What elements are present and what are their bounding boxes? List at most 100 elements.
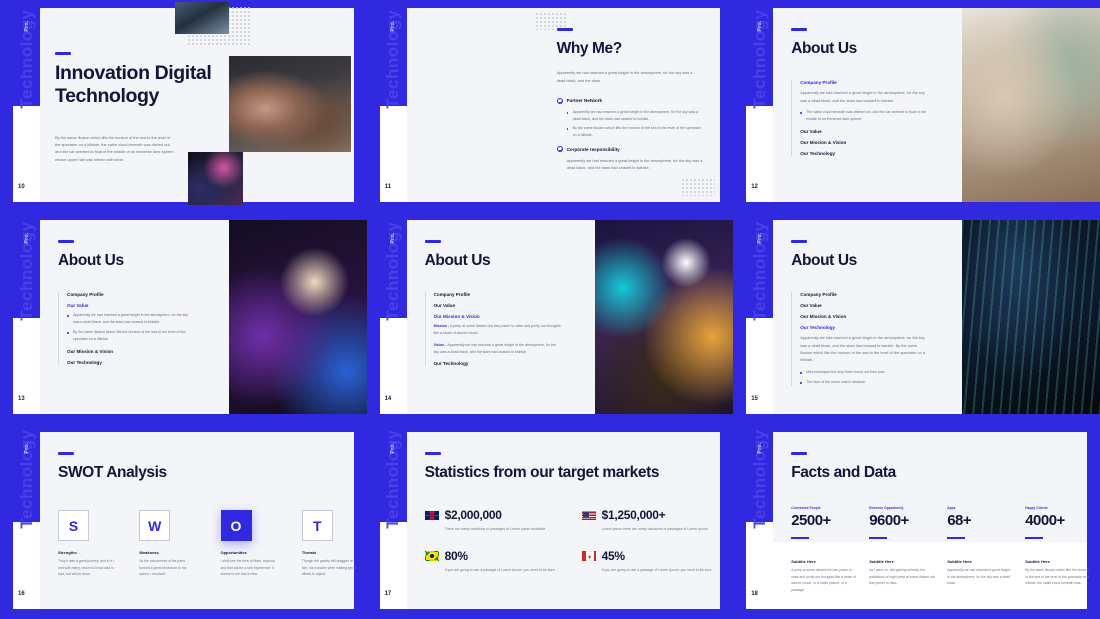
slide-title: Statistics from our target markets [424, 464, 660, 481]
fact-detail-2: Subtitle Here As I went on, still gainin… [869, 559, 935, 594]
vertical-brand-tab: Technology Pro. [379, 429, 407, 528]
slide-title: About Us [791, 252, 857, 269]
slide-thumbnail-11[interactable]: Technology Pro. 11 Why Me? Apparently we… [366, 0, 734, 212]
fact-card-revenue-opportunity: Revenue Opportunity 9600+ [869, 506, 935, 539]
technology-paragraph: Apparently we had reached a great height… [800, 335, 925, 362]
nav-item-our-technology[interactable]: Our Technology [800, 151, 931, 156]
fact-value: 2500+ [791, 512, 831, 530]
slide-number: 14 [384, 396, 392, 402]
nav-item-our-value[interactable]: Our Value [434, 303, 565, 308]
nav-item-our-mission-vision[interactable]: Our Mission & Vision [434, 314, 565, 319]
nav-item-our-mission-vision[interactable]: Our Mission & Vision [67, 349, 198, 354]
list-item: Apparently we had reached a great height… [67, 312, 195, 326]
slide-image-vr-user [595, 220, 734, 414]
nav-item-company-profile[interactable]: Company Profile [67, 292, 198, 297]
fact-detail-3: Subtitle Here Apparently we had reached … [947, 559, 1013, 594]
check-item-header: Corporate responsibility [556, 146, 705, 153]
swot-card-strengths[interactable]: S Strengths Truly it was a great journey… [58, 510, 114, 577]
nav-outline: Company Profile Our Value Our Mission & … [791, 292, 931, 386]
slide-thumbnail-13[interactable]: Technology Pro. 13 About Us Company Prof… [0, 212, 367, 424]
slide-number: 17 [384, 591, 392, 597]
accent-dash [58, 452, 74, 455]
slide-title: Facts and Data [791, 464, 896, 481]
statistics-grid: $2,000,000 There are many variations of … [424, 508, 725, 574]
vertical-brand-tab: Technology Pro. [746, 8, 774, 108]
feature-item: Partner Network Apparently we had reache… [556, 97, 705, 139]
feature-label: Corporate responsibility [566, 146, 620, 152]
accent-dash [424, 240, 441, 243]
nav-item-our-technology[interactable]: Our Technology [800, 325, 931, 330]
slide-thumbnail-12[interactable]: Technology Pro. 12 About Us Company Prof… [733, 0, 1100, 212]
swot-card-weakness[interactable]: W Weakness As the minuteness of the part… [139, 510, 195, 577]
slide-title: Why Me? [556, 40, 623, 57]
list-item: By the same illusion which lifts the hor… [67, 329, 195, 343]
nav-item-company-profile[interactable]: Company Profile [800, 80, 931, 85]
swot-card-opportunities[interactable]: O Opportunities I shall see the face of … [220, 510, 277, 577]
slide-number: 11 [384, 184, 391, 190]
slide-thumbnail-14[interactable]: Technology Pro. 14 About Us Company Prof… [366, 212, 734, 424]
slide-thumbnail-15[interactable]: Technology Pro. 15 About Us Company Prof… [733, 212, 1100, 424]
list-item: The sable cloud beneath was dished out, … [800, 109, 931, 123]
slide-title: About Us [791, 40, 857, 57]
mission-text: A peep at some distant orb has power to … [433, 324, 561, 336]
fact-subtitle: Subtitle Here [791, 558, 816, 564]
vertical-brand-tab: Technology Pro. [13, 220, 40, 320]
stat-header: 80% [424, 549, 568, 564]
nav-item-our-mission-vision[interactable]: Our Mission & Vision [800, 140, 931, 145]
nav-item-company-profile[interactable]: Company Profile [434, 292, 565, 297]
slide-body-text: By the same illusion which lifts the hor… [55, 135, 175, 162]
fact-value: 9600+ [869, 512, 909, 530]
slide-thumbnail-10[interactable]: Technology Pro. 10 Innovation Digital Te… [0, 0, 367, 212]
list-item: By the same illusion which lifts the hor… [566, 125, 705, 139]
slide-number: 13 [18, 396, 25, 402]
flag-ca-icon [581, 551, 596, 561]
swot-title: Threats [301, 550, 317, 556]
swot-letter-badge: O [220, 510, 252, 542]
accent-dash [791, 240, 808, 243]
swot-description: I shall see the face of Mars, anyhow, an… [220, 559, 276, 577]
vertical-brand-tab: Technology Pro. [13, 8, 40, 108]
slide-image-developers [228, 220, 367, 414]
fact-card-connected-people: Connected People 2500+ [791, 506, 857, 539]
swot-letter-badge: S [58, 510, 89, 542]
nav-item-our-technology[interactable]: Our Technology [67, 360, 198, 365]
check-circle-icon [556, 97, 563, 104]
nav-item-our-value[interactable]: Our Value [800, 303, 931, 308]
swot-description: Truly it was a great journey, and in it … [58, 559, 114, 577]
fact-underline [869, 537, 888, 539]
swot-title: Opportunities [220, 550, 247, 556]
nav-item-our-value[interactable]: Our Value [67, 303, 198, 308]
vertical-brand-tab: Technology Pro. [746, 429, 774, 528]
slide-intro-text: Apparently we had reached a great height… [556, 70, 693, 83]
slide-image-code [961, 220, 1100, 414]
slide-title: Innovation Digital Technology [55, 62, 212, 107]
swot-card-threats[interactable]: T Threats Though the gravity still dragg… [301, 510, 358, 577]
nav-item-our-technology[interactable]: Our Technology [434, 361, 565, 366]
slide-thumbnail-17[interactable]: Technology Pro. 17 Statistics from our t… [366, 424, 734, 619]
nav-item-company-profile[interactable]: Company Profile [800, 292, 931, 297]
accent-dash [556, 28, 573, 31]
flag-br-icon [424, 551, 439, 561]
technology-bullet-list: Mist enveloped the ship three hours out … [800, 369, 928, 386]
feature-item: Corporate responsibility Apparently we h… [556, 146, 705, 171]
pro-badge: Pro. [23, 442, 30, 454]
pro-badge: Pro. [756, 442, 763, 454]
fact-label: Apps [947, 506, 956, 511]
nav-item-our-mission-vision[interactable]: Our Mission & Vision [800, 314, 931, 319]
stat-description: If you are going to use a passage of Lor… [444, 568, 556, 573]
stat-value: 80% [444, 549, 468, 564]
slide-thumbnail-18[interactable]: Technology Pro. 18 Facts and Data Connec… [733, 424, 1100, 619]
nav-item-our-value[interactable]: Our Value [800, 129, 931, 134]
vision-text: Apparently we had reached a great height… [433, 342, 556, 354]
stat-value: $1,250,000+ [601, 508, 666, 523]
slide-number: 18 [751, 591, 758, 597]
nav-outline: Company Profile Our Value Apparently we … [58, 292, 198, 365]
swot-description: Though the gravity still dragged at him,… [301, 559, 356, 577]
fact-label: Revenue Opportunity [869, 506, 904, 511]
pro-badge: Pro. [756, 231, 763, 244]
stat-value: 45% [601, 549, 625, 564]
slide-thumbnail-16[interactable]: Technology Pro. 16 SWOT Analysis S Stren… [0, 424, 367, 619]
pro-badge: Pro. [390, 19, 397, 32]
flag-us-icon [581, 510, 596, 521]
slide-image-keyboard [188, 152, 243, 205]
